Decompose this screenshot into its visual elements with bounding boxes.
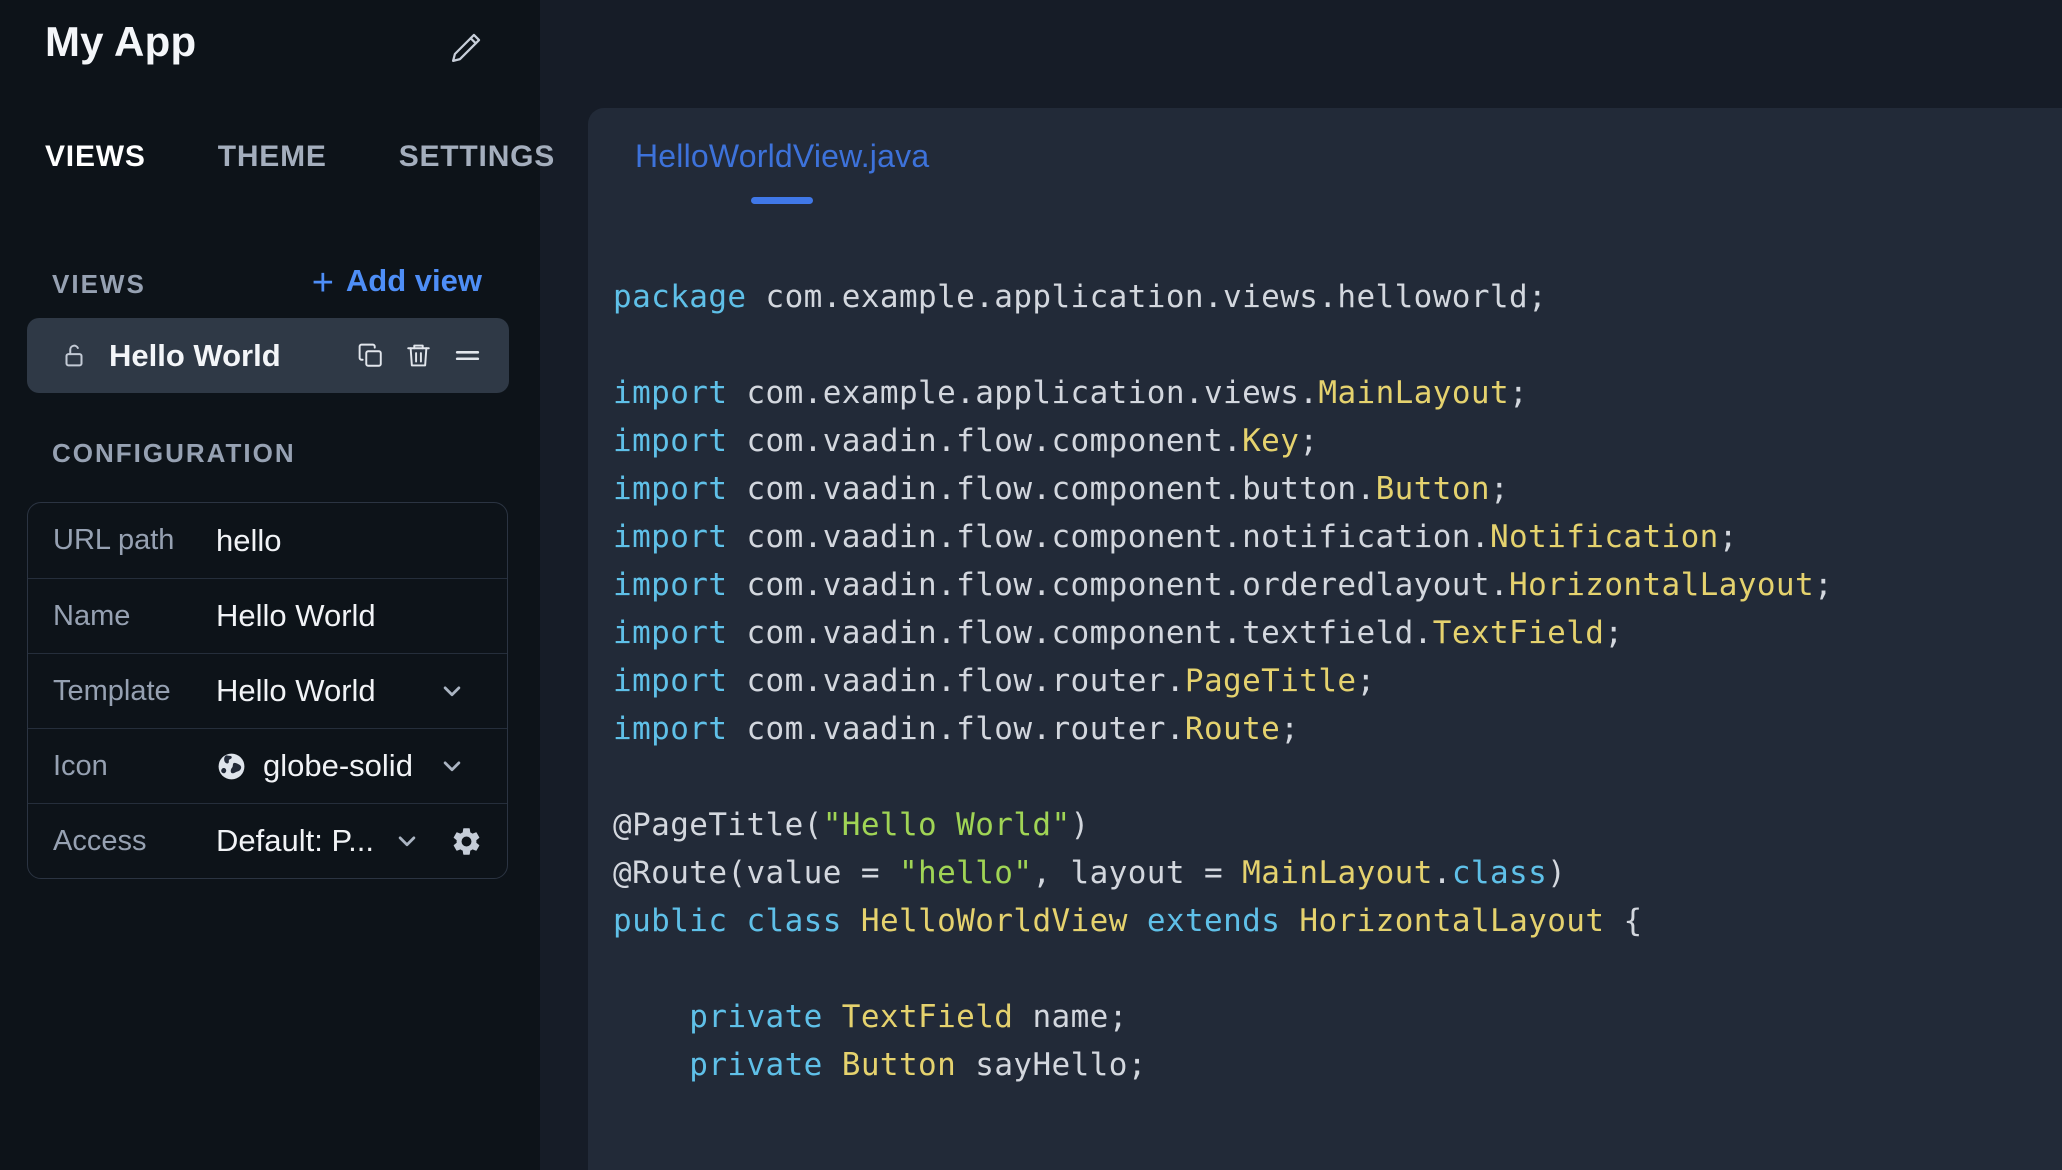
- views-section-title: VIEWS: [52, 269, 146, 299]
- lock-open-icon: [59, 341, 89, 371]
- edit-app-name-button[interactable]: [448, 28, 488, 68]
- name-label: Name: [53, 599, 131, 632]
- drag-handle-icon: [452, 340, 483, 371]
- icon-select-value: globe-solid: [263, 748, 413, 783]
- config-row-name: Name Hello World: [28, 578, 507, 653]
- view-list-item-hello-world[interactable]: Hello World: [27, 318, 509, 393]
- trash-icon: [404, 341, 433, 370]
- sidebar-header: My App: [0, 0, 540, 112]
- chevron-down-icon[interactable]: [392, 826, 422, 856]
- gear-icon: [450, 825, 483, 858]
- url-path-field[interactable]: hello: [216, 523, 282, 559]
- configuration-title: CONFIGURATION: [52, 438, 296, 468]
- views-section-header: VIEWS + Add view: [52, 262, 482, 304]
- sidebar-tabs: VIEWS THEME SETTINGS: [0, 140, 554, 174]
- config-row-icon[interactable]: Icon globe-solid: [28, 728, 507, 803]
- tab-theme[interactable]: THEME: [218, 140, 327, 174]
- access-label: Access: [53, 824, 147, 857]
- tab-settings[interactable]: SETTINGS: [399, 140, 555, 174]
- config-row-access: Access Default: P...: [28, 803, 507, 878]
- config-row-url-path: URL path hello: [28, 503, 507, 578]
- drag-view-handle[interactable]: [452, 340, 483, 371]
- icon-label: Icon: [53, 749, 108, 782]
- code-preview-panel: HelloWorldView.java package com.example.…: [588, 108, 2062, 1170]
- url-path-label: URL path: [53, 524, 175, 556]
- app-title: My App: [45, 18, 197, 65]
- file-tab-wrap: HelloWorldView.java: [635, 138, 929, 204]
- add-view-label: Add view: [345, 263, 482, 298]
- configuration-panel: URL path hello Name Hello World Template…: [27, 502, 508, 879]
- sidebar: My App VIEWS THEME SETTINGS VIEWS + Add …: [0, 0, 554, 1170]
- name-field[interactable]: Hello World: [216, 598, 376, 634]
- template-select-value: Hello World: [216, 673, 376, 708]
- access-settings-button[interactable]: [450, 825, 483, 858]
- duplicate-view-button[interactable]: [356, 341, 385, 370]
- copy-icon: [356, 341, 385, 370]
- active-tab-indicator: [751, 197, 814, 204]
- config-row-template[interactable]: Template Hello World: [28, 653, 507, 728]
- tab-views[interactable]: VIEWS: [45, 140, 146, 174]
- plus-icon: +: [311, 262, 334, 304]
- template-label: Template: [53, 674, 171, 707]
- file-tab-helloworldview[interactable]: HelloWorldView.java: [635, 138, 929, 175]
- access-select-value[interactable]: Default: P...: [216, 823, 374, 859]
- add-view-button[interactable]: + Add view: [311, 262, 482, 304]
- code-block[interactable]: package com.example.application.views.he…: [613, 273, 2062, 1139]
- chevron-down-icon: [437, 751, 467, 781]
- pencil-icon: [448, 30, 488, 66]
- view-item-actions: [356, 340, 483, 371]
- delete-view-button[interactable]: [404, 341, 433, 370]
- chevron-down-icon: [437, 676, 467, 706]
- view-item-name: Hello World: [109, 337, 281, 373]
- globe-icon: [216, 751, 247, 782]
